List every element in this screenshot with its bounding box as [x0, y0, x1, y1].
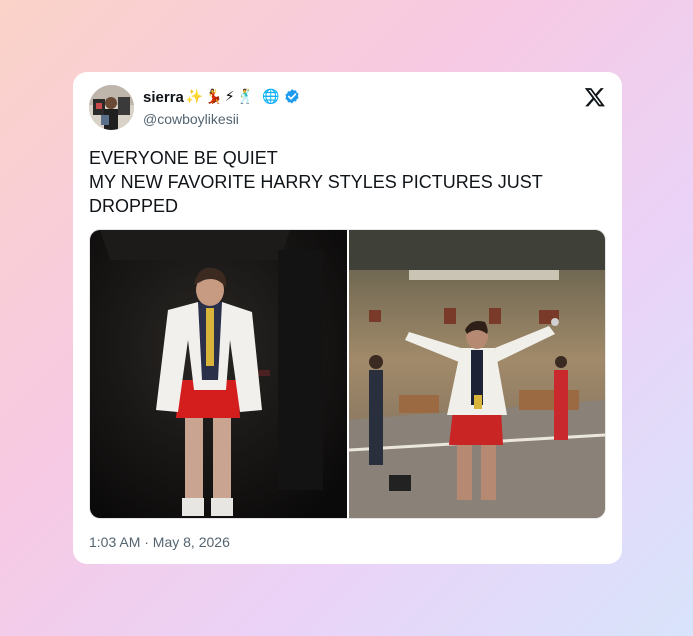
- man-dancing-emoji: 🕺: [236, 89, 255, 105]
- display-name[interactable]: sierra: [143, 89, 184, 106]
- user-handle[interactable]: @cowboylikesii: [143, 111, 239, 127]
- tweet-timestamp[interactable]: 1:03 AM · May 8, 2026: [89, 534, 230, 550]
- photo-stage-image: [349, 230, 605, 518]
- tweet-text-line-2: MY NEW FAVORITE HARRY STYLES PICTURES JU…: [89, 172, 543, 192]
- verified-badge-icon: [285, 89, 300, 104]
- photo-stage[interactable]: [349, 230, 605, 518]
- photo-backstage[interactable]: [90, 230, 347, 518]
- tweet-text-line-3: DROPPED: [89, 196, 179, 216]
- user-avatar[interactable]: [89, 85, 134, 130]
- tweet-text-line-1: EVERYONE BE QUIET: [89, 148, 278, 168]
- tweet-card: sierra ✨ 💃 ⚡ 🕺 🌐 @cowboylikesii EVERYONE…: [73, 72, 622, 564]
- avatar-image: [89, 85, 134, 130]
- sparkles-emoji: ✨: [185, 89, 204, 105]
- x-logo-icon[interactable]: [584, 86, 606, 108]
- lightning-emoji: ⚡: [224, 89, 235, 105]
- photo-backstage-image: [90, 230, 347, 518]
- globe-emoji: 🌐: [262, 89, 280, 105]
- dancer-emoji: 💃: [205, 89, 223, 105]
- tweet-text: EVERYONE BE QUIET MY NEW FAVORITE HARRY …: [89, 146, 589, 218]
- media-grid: [89, 229, 606, 519]
- user-name-row[interactable]: sierra ✨ 💃 ⚡ 🕺 🌐: [143, 87, 301, 107]
